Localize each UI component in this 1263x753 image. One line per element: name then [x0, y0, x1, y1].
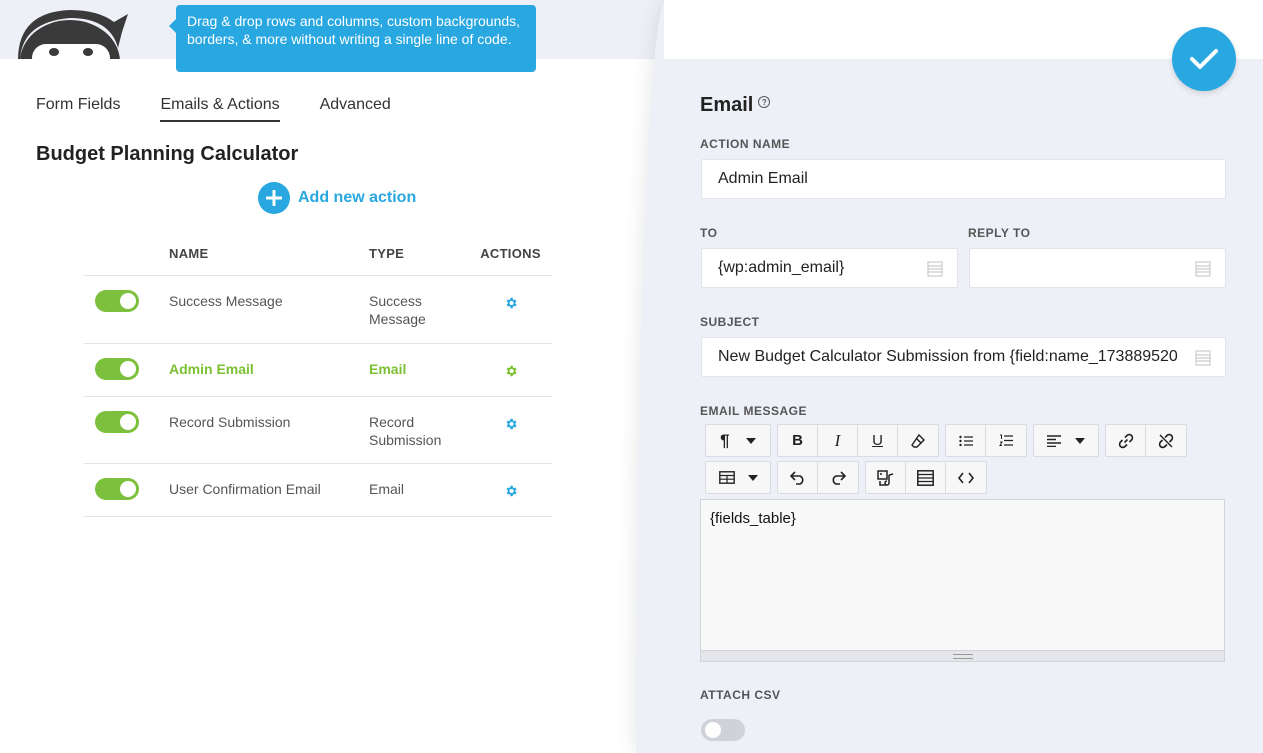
panel-title: Email ?: [700, 94, 771, 117]
bullet-list-button[interactable]: [946, 425, 986, 456]
tab-form-fields[interactable]: Form Fields: [36, 96, 120, 122]
email-message-textarea[interactable]: {fields_table}: [700, 499, 1225, 651]
action-enabled-toggle[interactable]: [95, 358, 139, 380]
numbered-list-button[interactable]: [986, 425, 1026, 456]
paragraph-style-dropdown[interactable]: ¶: [706, 425, 770, 456]
media-icon: [876, 469, 893, 486]
gear-icon[interactable]: [504, 484, 518, 498]
align-icon: [1047, 434, 1061, 447]
email-message-value: {fields_table}: [710, 510, 796, 527]
action-enabled-toggle[interactable]: [95, 478, 139, 500]
builder-tabs: Form Fields Emails & Actions Advanced: [36, 96, 391, 122]
help-icon[interactable]: ?: [758, 96, 771, 108]
table-row: Admin Email Email: [84, 344, 552, 397]
header-actions: ACTIONS: [480, 246, 541, 261]
table-row: Success Message Success Message: [84, 276, 552, 344]
redo-icon: [832, 470, 846, 485]
bold-button[interactable]: B: [778, 425, 818, 456]
eraser-icon: [911, 433, 925, 448]
insert-media-button[interactable]: [866, 462, 906, 493]
bold-icon: B: [792, 432, 803, 449]
action-enabled-toggle[interactable]: [95, 290, 139, 312]
italic-button[interactable]: I: [818, 425, 858, 456]
action-type: Record Submission: [369, 414, 442, 448]
attach-csv-label: ATTACH CSV: [700, 688, 781, 702]
remove-link-button[interactable]: [1146, 425, 1186, 456]
email-message-label: EMAIL MESSAGE: [700, 404, 807, 418]
gear-icon[interactable]: [504, 364, 518, 378]
merge-tags-icon[interactable]: [927, 261, 943, 277]
undo-icon: [789, 470, 803, 485]
subject-input[interactable]: New Budget Calculator Submission from {f…: [701, 337, 1226, 377]
email-message-editor: ¶ B I U {fields_table}: [700, 419, 1225, 662]
form-title: Budget Planning Calculator: [36, 143, 299, 165]
merge-fields-icon: [917, 469, 934, 486]
numbered-list-icon: [999, 434, 1013, 446]
gear-icon[interactable]: [504, 417, 518, 431]
clear-format-button[interactable]: [898, 425, 938, 456]
table-row: Record Submission Record Submission: [84, 397, 552, 464]
reply-to-input[interactable]: [969, 248, 1226, 288]
unlink-icon: [1158, 433, 1174, 448]
merge-tags-icon[interactable]: [1195, 261, 1211, 277]
ninja-logo-icon: [18, 8, 128, 59]
feature-tooltip: Drag & drop rows and columns, custom bac…: [169, 5, 536, 72]
action-name: Record Submission: [169, 414, 291, 430]
table-header: NAME TYPE ACTIONS: [84, 232, 552, 276]
action-type: Email: [369, 481, 405, 497]
tab-emails-actions[interactable]: Emails & Actions: [160, 96, 280, 122]
undo-button[interactable]: [778, 462, 818, 493]
action-name-input[interactable]: Admin Email: [701, 159, 1226, 199]
panel-title-text: Email: [700, 94, 754, 116]
editor-resize-handle[interactable]: [700, 651, 1225, 662]
to-value: {wp:admin_email}: [718, 259, 845, 276]
reply-to-label: REPLY TO: [968, 226, 1031, 240]
action-enabled-toggle[interactable]: [95, 411, 139, 433]
code-view-button[interactable]: [946, 462, 986, 493]
action-type: Email: [369, 361, 407, 377]
tab-advanced[interactable]: Advanced: [320, 96, 391, 122]
action-name: User Confirmation Email: [169, 481, 321, 497]
action-name-label: ACTION NAME: [700, 137, 791, 151]
merge-fields-button[interactable]: [906, 462, 946, 493]
subject-label: SUBJECT: [700, 315, 760, 329]
action-type: Success Message: [369, 293, 426, 327]
add-new-action-button[interactable]: Add new action: [258, 182, 416, 214]
plus-icon: [258, 182, 290, 214]
chevron-down-icon: [747, 474, 758, 481]
chevron-down-icon: [745, 437, 756, 444]
insert-link-button[interactable]: [1106, 425, 1146, 456]
attach-csv-toggle[interactable]: [701, 719, 745, 741]
code-icon: [958, 472, 974, 483]
table-icon: [718, 471, 735, 484]
add-new-action-label: Add new action: [298, 189, 417, 206]
action-name: Success Message: [169, 293, 283, 309]
underline-button[interactable]: U: [858, 425, 898, 456]
redo-button[interactable]: [818, 462, 858, 493]
subject-value: New Budget Calculator Submission from {f…: [718, 348, 1178, 365]
table-row: User Confirmation Email Email: [84, 464, 552, 517]
paragraph-icon: ¶: [720, 430, 730, 450]
header-name: NAME: [169, 246, 209, 261]
merge-tags-icon[interactable]: [1195, 350, 1211, 366]
chevron-down-icon: [1075, 437, 1085, 444]
to-label: TO: [700, 226, 718, 240]
gear-icon[interactable]: [504, 296, 518, 310]
actions-table: NAME TYPE ACTIONS Success Message Succes…: [84, 232, 552, 517]
done-button[interactable]: [1172, 27, 1236, 91]
align-dropdown[interactable]: [1034, 425, 1098, 456]
bullet-list-icon: [958, 435, 973, 446]
link-icon: [1118, 433, 1133, 448]
underline-icon: U: [872, 432, 883, 449]
to-input[interactable]: {wp:admin_email}: [701, 248, 958, 288]
action-name: Admin Email: [169, 361, 254, 377]
table-dropdown[interactable]: [706, 462, 770, 493]
grip-icon: [952, 653, 973, 659]
italic-icon: I: [834, 430, 841, 450]
editor-toolbar: ¶ B I U: [705, 424, 1187, 498]
check-icon: [1190, 49, 1218, 69]
header-type: TYPE: [369, 246, 405, 261]
action-name-value: Admin Email: [718, 170, 808, 187]
